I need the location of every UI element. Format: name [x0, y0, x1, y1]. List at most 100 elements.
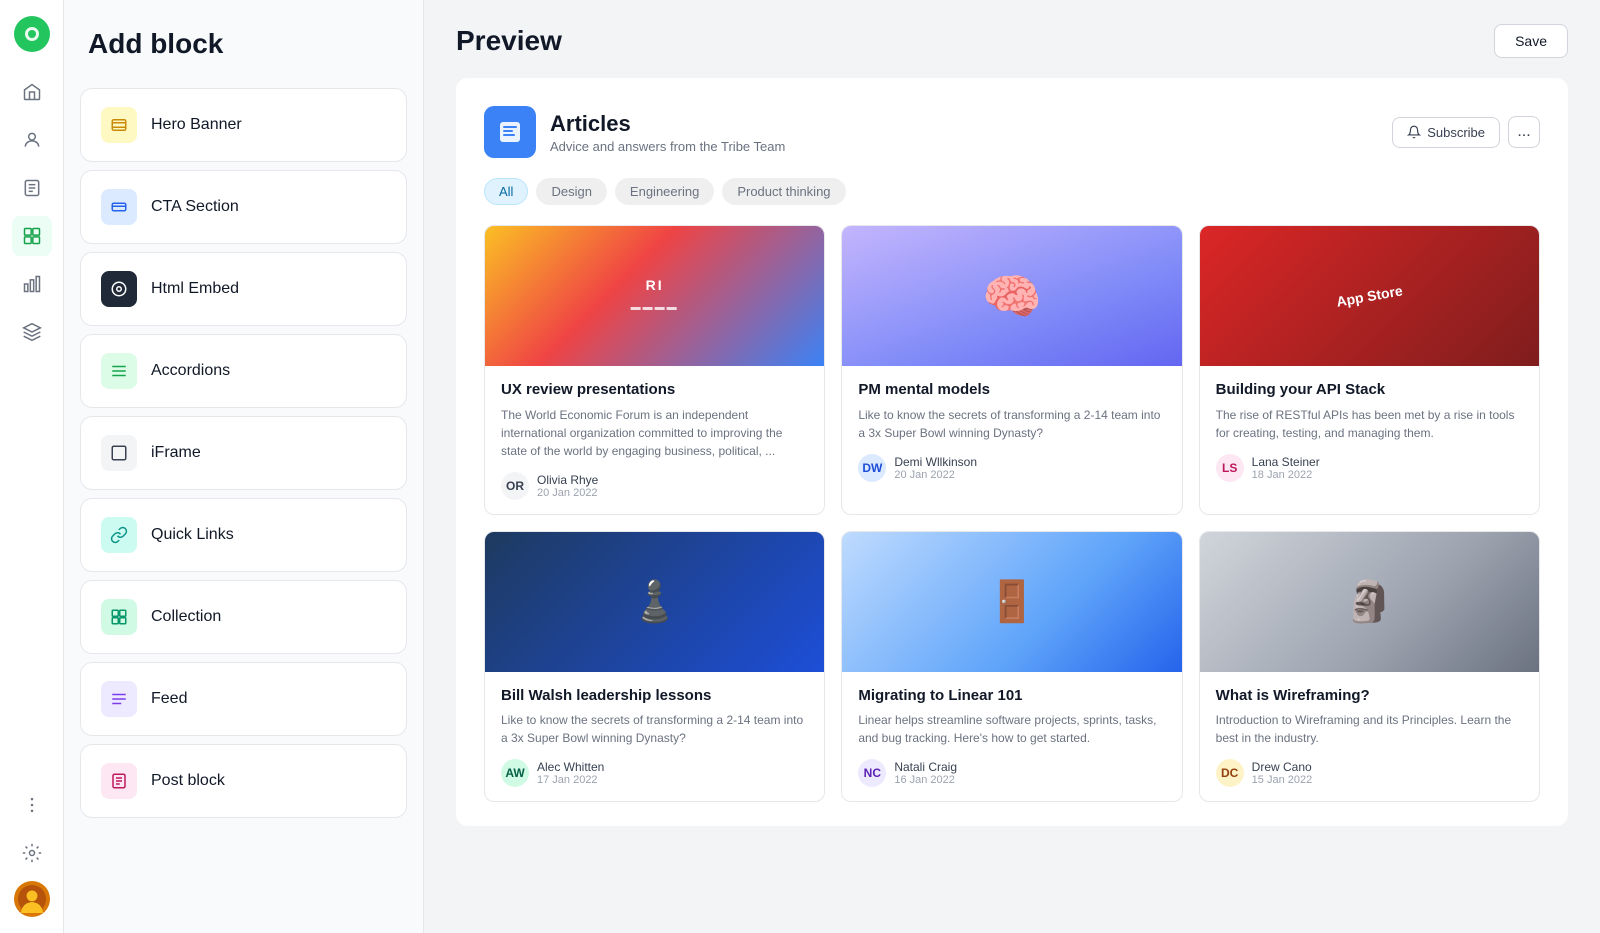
article-author: AW Alec Whitten 17 Jan 2022 [501, 759, 808, 787]
article-title: Bill Walsh leadership lessons [501, 686, 808, 706]
block-label-html-embed: Html Embed [151, 280, 239, 298]
article-description: The rise of RESTful APIs has been met by… [1216, 406, 1523, 442]
articles-actions: Subscribe ... [1392, 116, 1540, 148]
author-date: 16 Jan 2022 [894, 774, 957, 786]
block-icon-accordions [101, 353, 137, 389]
subscribe-label: Subscribe [1427, 125, 1485, 140]
author-avatar: AW [501, 759, 529, 787]
author-date: 20 Jan 2022 [894, 469, 977, 481]
author-avatar: DW [858, 454, 886, 482]
block-label-quick-links: Quick Links [151, 526, 234, 544]
article-card[interactable]: 🧠 PM mental models Like to know the secr… [841, 225, 1182, 515]
article-card[interactable]: 🗿 What is Wireframing? Introduction to W… [1199, 531, 1540, 803]
user-avatar[interactable] [14, 881, 50, 917]
nav-analytics[interactable] [12, 264, 52, 304]
sidebar-header: Add block [64, 0, 423, 80]
article-description: Linear helps streamline software project… [858, 711, 1165, 747]
articles-title: Articles [550, 111, 785, 137]
block-item-feed[interactable]: Feed [80, 662, 407, 736]
tags-row: All Design Engineering Product thinking [484, 178, 1540, 205]
article-author: DC Drew Cano 15 Jan 2022 [1216, 759, 1523, 787]
block-item-accordions[interactable]: Accordions [80, 334, 407, 408]
article-body: UX review presentations The World Econom… [485, 366, 824, 514]
icon-bar [0, 0, 64, 933]
block-label-cta-section: CTA Section [151, 198, 239, 216]
article-body: Migrating to Linear 101 Linear helps str… [842, 672, 1181, 802]
nav-users[interactable] [12, 120, 52, 160]
articles-header: Articles Advice and answers from the Tri… [484, 106, 1540, 158]
author-info: Alec Whitten 17 Jan 2022 [537, 760, 604, 786]
article-card[interactable]: 🚪 Migrating to Linear 101 Linear helps s… [841, 531, 1182, 803]
more-button[interactable]: ... [1508, 116, 1540, 148]
author-info: Demi Wllkinson 20 Jan 2022 [894, 455, 977, 481]
preview-header: Preview Save [456, 24, 1568, 58]
article-author: OR Olivia Rhye 20 Jan 2022 [501, 472, 808, 500]
block-item-collection[interactable]: Collection [80, 580, 407, 654]
author-date: 18 Jan 2022 [1252, 469, 1320, 481]
article-author: LS Lana Steiner 18 Jan 2022 [1216, 454, 1523, 482]
author-name: Demi Wllkinson [894, 455, 977, 469]
subscribe-button[interactable]: Subscribe [1392, 117, 1500, 148]
block-label-post-block: Post block [151, 772, 225, 790]
author-info: Drew Cano 15 Jan 2022 [1252, 760, 1313, 786]
articles-info: Articles Advice and answers from the Tri… [550, 111, 785, 154]
author-avatar: OR [501, 472, 529, 500]
articles-logo-area: Articles Advice and answers from the Tri… [484, 106, 785, 158]
nav-layers[interactable] [12, 312, 52, 352]
icon-bar-bottom [12, 785, 52, 917]
article-image: ♟️ [485, 532, 824, 672]
nav-settings[interactable] [12, 833, 52, 873]
article-body: Bill Walsh leadership lessons Like to kn… [485, 672, 824, 802]
block-icon-html-embed [101, 271, 137, 307]
author-info: Lana Steiner 18 Jan 2022 [1252, 455, 1320, 481]
articles-card: Articles Advice and answers from the Tri… [456, 78, 1568, 826]
block-item-quick-links[interactable]: Quick Links [80, 498, 407, 572]
article-image: App Store [1200, 226, 1539, 366]
author-name: Alec Whitten [537, 760, 604, 774]
block-icon-iframe [101, 435, 137, 471]
article-description: Introduction to Wireframing and its Prin… [1216, 711, 1523, 747]
tag-engineering[interactable]: Engineering [615, 178, 714, 205]
article-body: What is Wireframing? Introduction to Wir… [1200, 672, 1539, 802]
author-name: Natali Craig [894, 760, 957, 774]
page-title: Add block [88, 28, 399, 60]
author-date: 17 Jan 2022 [537, 774, 604, 786]
nav-pages[interactable] [12, 168, 52, 208]
preview-title: Preview [456, 25, 562, 57]
article-card[interactable]: ♟️ Bill Walsh leadership lessons Like to… [484, 531, 825, 803]
block-item-post-block[interactable]: Post block [80, 744, 407, 818]
block-icon-cta-section [101, 189, 137, 225]
article-image: 🚪 [842, 532, 1181, 672]
nav-blocks[interactable] [12, 216, 52, 256]
article-card[interactable]: RI▬▬▬▬ UX review presentations The World… [484, 225, 825, 515]
preview-area: Preview Save Articles Ad [424, 0, 1600, 933]
block-item-hero-banner[interactable]: Hero Banner [80, 88, 407, 162]
article-body: Building your API Stack The rise of REST… [1200, 366, 1539, 496]
block-item-iframe[interactable]: iFrame [80, 416, 407, 490]
author-avatar: LS [1216, 454, 1244, 482]
article-card[interactable]: App Store Building your API Stack The ri… [1199, 225, 1540, 515]
block-icon-feed [101, 681, 137, 717]
block-item-cta-section[interactable]: CTA Section [80, 170, 407, 244]
author-avatar: NC [858, 759, 886, 787]
article-title: Migrating to Linear 101 [858, 686, 1165, 706]
nav-more[interactable] [12, 785, 52, 825]
nav-home[interactable] [12, 72, 52, 112]
tag-product-thinking[interactable]: Product thinking [722, 178, 845, 205]
block-icon-post-block [101, 763, 137, 799]
article-title: PM mental models [858, 380, 1165, 400]
tag-all[interactable]: All [484, 178, 528, 205]
block-item-html-embed[interactable]: Html Embed [80, 252, 407, 326]
block-label-collection: Collection [151, 608, 221, 626]
block-label-iframe: iFrame [151, 444, 201, 462]
save-button[interactable]: Save [1494, 24, 1568, 58]
article-image: RI▬▬▬▬ [485, 226, 824, 366]
sidebar: Add block Hero Banner CTA Section Html E… [64, 0, 424, 933]
author-info: Olivia Rhye 20 Jan 2022 [537, 473, 598, 499]
block-icon-quick-links [101, 517, 137, 553]
block-list: Hero Banner CTA Section Html Embed Accor… [64, 80, 423, 826]
tag-design[interactable]: Design [536, 178, 606, 205]
app-logo[interactable] [14, 16, 50, 52]
article-description: Like to know the secrets of transforming… [858, 406, 1165, 442]
articles-subtitle: Advice and answers from the Tribe Team [550, 139, 785, 154]
